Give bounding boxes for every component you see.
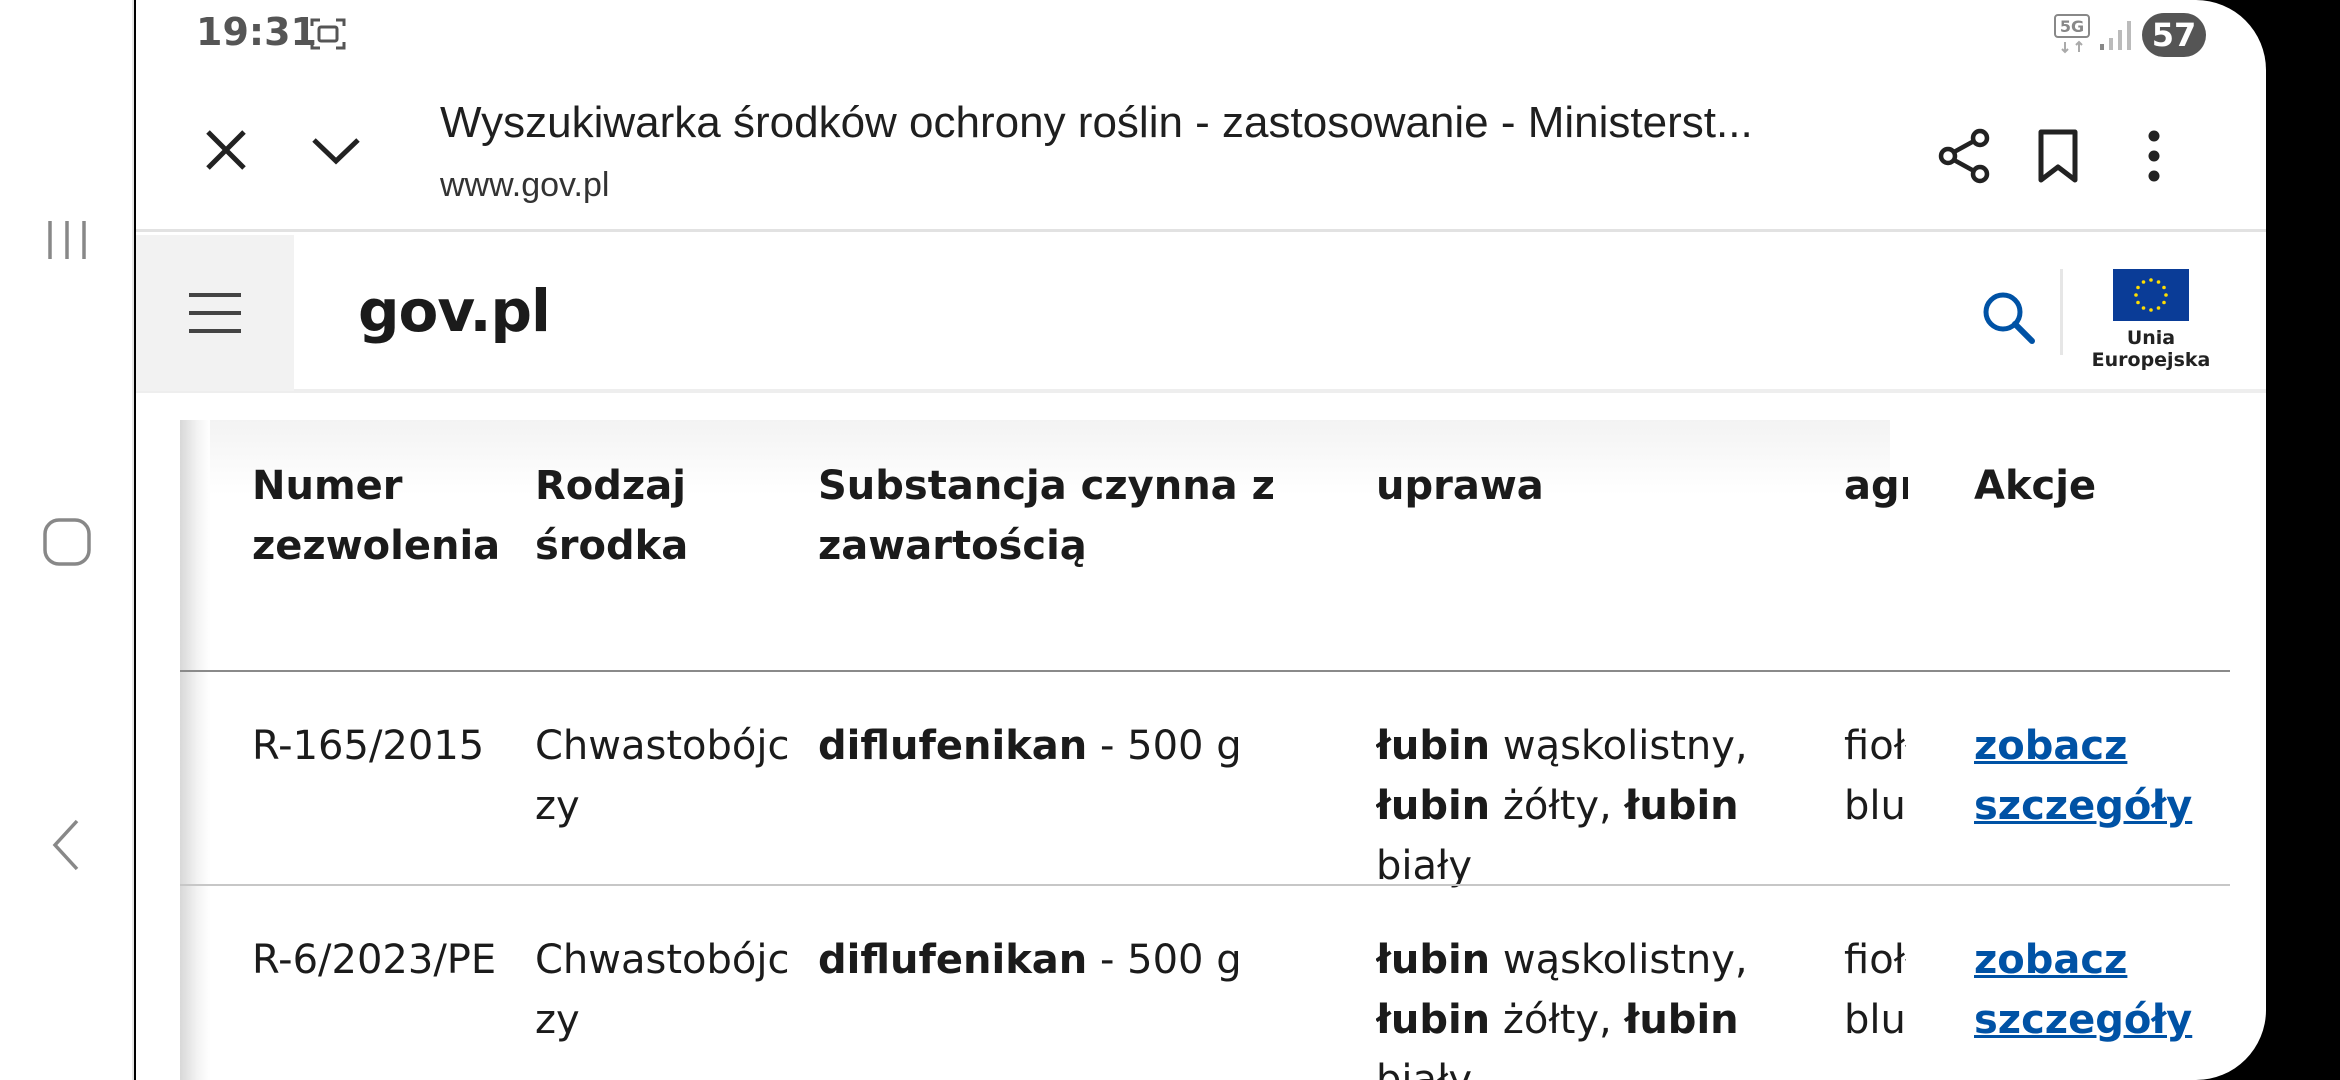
share-button[interactable] [1926, 118, 2002, 194]
column-header-actions: Akcje [1974, 463, 2097, 509]
header-divider [2060, 269, 2063, 355]
recents-button[interactable] [0, 185, 134, 295]
column-header-substance: Substancja czynna z zawartością [818, 456, 1338, 576]
cell-agr-line1: fiołł [1844, 723, 1906, 769]
cell-agr: fiołł blus [1844, 716, 1906, 836]
page-title: Wyszukiwarka środków ochrony roślin - za… [440, 98, 1753, 147]
details-link-line1[interactable]: zobacz [1974, 723, 2127, 769]
phone-screen: 19:31 5G 57 Wyszukiwarka środków ochrony… [136, 0, 2266, 1080]
bookmark-button[interactable] [2020, 118, 2096, 194]
crop-text: żółty, [1490, 783, 1625, 829]
battery-indicator: 57 [2142, 13, 2206, 57]
crop-text: wąskolistny, [1490, 937, 1748, 983]
substance-name: diflufenikan [818, 937, 1088, 983]
search-button[interactable] [1968, 277, 2048, 357]
cell-actions: zobacz szczegóły [1974, 716, 2214, 836]
substance-amount: - 500 g [1087, 937, 1242, 983]
eu-label: Unia Europejska [2091, 327, 2211, 371]
recents-icon [48, 221, 86, 259]
header-number-line1: Numer [252, 463, 403, 509]
header-type-line2: środka [535, 523, 689, 569]
details-link-line1[interactable]: zobacz [1974, 937, 2127, 983]
header-type-line1: Rodzaj [535, 463, 686, 509]
cell-agr-line1: fiołł [1844, 937, 1906, 983]
cell-type: Chwastobójc zy [535, 716, 795, 836]
site-header: gov.pl Unia Europejska [136, 235, 2266, 393]
page-url[interactable]: www.gov.pl [440, 166, 609, 205]
menu-button[interactable] [136, 235, 294, 391]
signal-strength-icon [2100, 21, 2131, 50]
search-icon [1983, 292, 2035, 344]
header-substance-line1: Substancja czynna z [818, 463, 1275, 509]
cell-type-line2: zy [535, 997, 580, 1043]
status-time: 19:31 [196, 10, 317, 54]
minimize-tab-button[interactable] [296, 110, 376, 190]
crop-text: wąskolistny, [1490, 723, 1748, 769]
details-link[interactable]: zobacz szczegóły [1974, 723, 2192, 829]
home-button[interactable] [0, 487, 134, 597]
network-type-label: 5G [2060, 17, 2084, 36]
cell-agr-line2: blus [1844, 783, 1906, 829]
more-options-button[interactable] [2116, 118, 2192, 194]
cell-number: R-165/2015 [252, 723, 485, 769]
browser-custom-tab-toolbar: Wyszukiwarka środków ochrony roślin - za… [136, 70, 2266, 232]
results-table: Numer zezwolenia Rodzaj środka Substancj… [180, 420, 2266, 1080]
crop-keyword: łubin [1624, 783, 1739, 829]
eu-flag-icon [2113, 269, 2189, 321]
screenshot-notification-icon [310, 18, 346, 50]
back-icon [52, 819, 79, 871]
cell-crop: łubin wąskolistny, łubin żółty, łubin bi… [1376, 930, 1816, 1080]
close-tab-button[interactable] [186, 110, 266, 190]
scroll-shadow [180, 420, 210, 1080]
cell-crop: łubin wąskolistny, łubin żółty, łubin bi… [1376, 716, 1816, 896]
header-number-line2: zezwolenia [252, 523, 501, 569]
crop-text: biały [1376, 843, 1473, 889]
header-substance-line2: zawartością [818, 523, 1087, 569]
cell-actions: zobacz szczegóły [1974, 930, 2214, 1050]
chevron-down-icon [312, 138, 360, 165]
crop-keyword: łubin [1624, 997, 1739, 1043]
cell-agr: fiołł blus [1844, 930, 1906, 1050]
column-header-agr: agr [1844, 463, 1908, 509]
site-logo[interactable]: gov.pl [358, 277, 551, 345]
crop-keyword: łubin [1376, 997, 1491, 1043]
column-header-number: Numer zezwolenia [252, 456, 522, 576]
crop-text: żółty, [1490, 997, 1625, 1043]
cell-type-line1: Chwastobójc [535, 937, 790, 983]
network-5g-icon: 5G [2054, 14, 2090, 58]
back-button[interactable] [0, 790, 134, 900]
cell-substance: diflufenikan - 500 g [818, 716, 1338, 776]
crop-keyword: łubin [1376, 783, 1491, 829]
system-navigation-bar [0, 0, 134, 1080]
column-header-crop: uprawa [1376, 463, 1544, 509]
header-divider-line [180, 670, 2230, 672]
cell-number: R-6/2023/PE [252, 937, 497, 983]
cell-substance: diflufenikan - 500 g [818, 930, 1338, 990]
row-divider-line [180, 884, 2230, 886]
bookmark-icon [2038, 129, 2078, 183]
cell-type-line1: Chwastobójc [535, 723, 790, 769]
status-bar: 19:31 5G 57 [136, 0, 2266, 70]
substance-amount: - 500 g [1087, 723, 1242, 769]
details-link-line2[interactable]: szczegóły [1974, 997, 2192, 1043]
cell-type: Chwastobójc zy [535, 930, 795, 1050]
eu-emblem[interactable]: Unia Europejska [2086, 269, 2216, 371]
crop-keyword: łubin [1376, 937, 1491, 983]
details-link-line2[interactable]: szczegóły [1974, 783, 2192, 829]
column-header-type: Rodzaj środka [535, 456, 795, 576]
more-vertical-icon [2148, 130, 2160, 182]
details-link[interactable]: zobacz szczegóły [1974, 937, 2192, 1043]
cell-type-line2: zy [535, 783, 580, 829]
crop-keyword: łubin [1376, 723, 1491, 769]
share-icon [1938, 128, 1990, 184]
hamburger-icon [189, 293, 241, 333]
crop-text: biały [1376, 1057, 1473, 1080]
cell-agr-line2: blus [1844, 997, 1906, 1043]
home-icon [43, 518, 91, 566]
substance-name: diflufenikan [818, 723, 1088, 769]
close-icon [206, 130, 246, 170]
